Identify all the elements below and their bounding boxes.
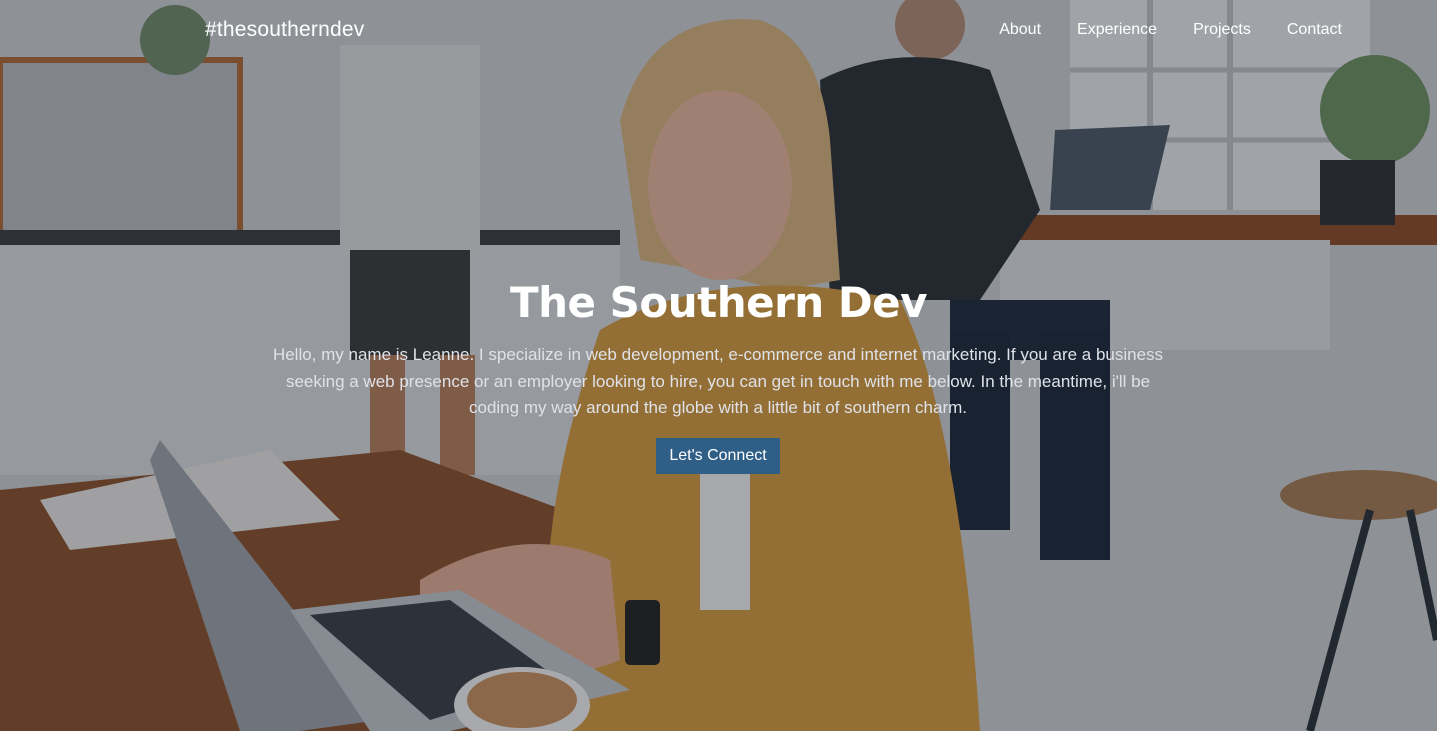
nav-link-projects[interactable]: Projects	[1193, 21, 1251, 39]
lets-connect-button[interactable]: Let's Connect	[656, 438, 780, 474]
hero-intro-text: Hello, my name is Leanne. I specialize i…	[272, 345, 1164, 417]
nav-link-contact[interactable]: Contact	[1287, 21, 1342, 39]
brand-link[interactable]: #thesoutherndev	[205, 18, 364, 42]
nav-link-about[interactable]: About	[999, 21, 1041, 39]
nav-link-experience[interactable]: Experience	[1077, 21, 1157, 39]
hero-title: The Southern Dev	[509, 278, 928, 327]
top-navigation: About Experience Projects Contact	[999, 21, 1342, 39]
hero-section: #thesoutherndev About Experience Project…	[0, 0, 1437, 731]
